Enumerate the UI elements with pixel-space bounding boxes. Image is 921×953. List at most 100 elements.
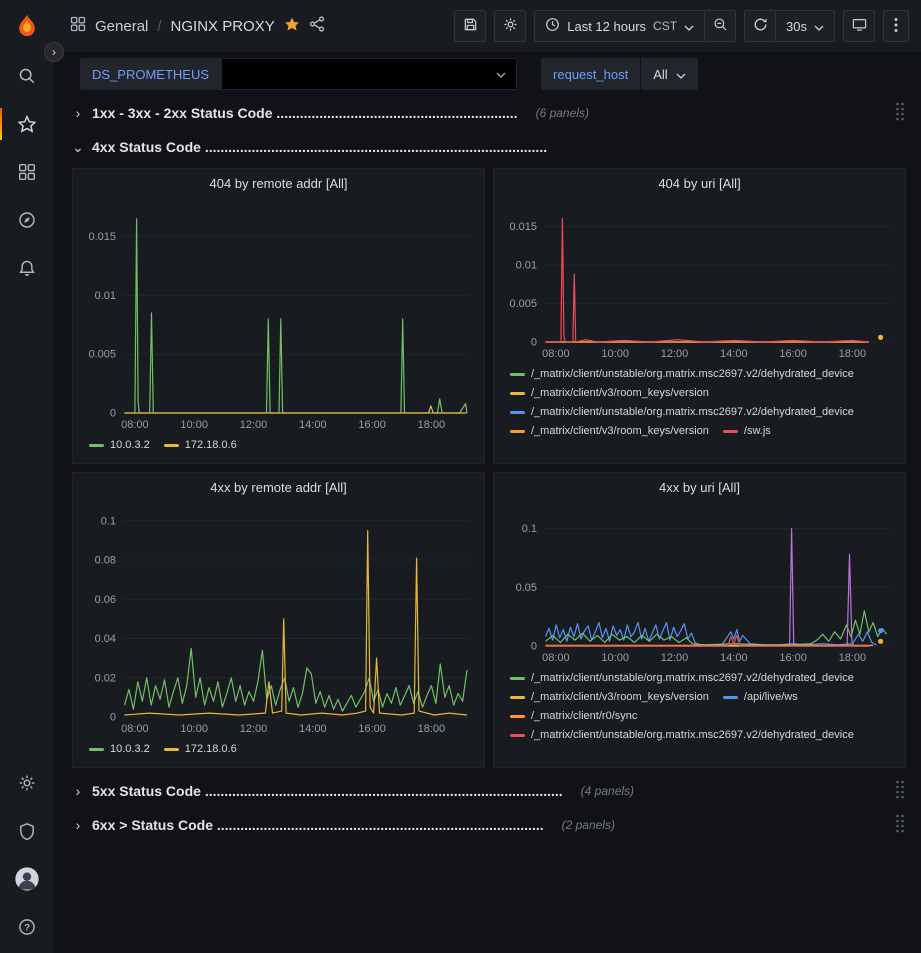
legend-label: 10.0.3.2 <box>110 743 150 755</box>
panel-title[interactable]: 404 by uri [All] <box>494 169 905 197</box>
panel-grid: 404 by remote addr [All] 00.0050.010.015… <box>72 168 906 768</box>
server-admin-nav-button[interactable] <box>0 807 54 855</box>
legend-item[interactable]: 10.0.3.2 <box>89 439 150 451</box>
panel-4xx-by-remote-addr: 4xx by remote addr [All] 00.020.040.060.… <box>72 472 485 768</box>
legend-swatch-icon <box>164 444 179 447</box>
svg-text:0.05: 0.05 <box>516 582 537 594</box>
panel-legend: /_matrix/client/unstable/org.matrix.msc2… <box>510 672 895 741</box>
panel-title[interactable]: 4xx by uri [All] <box>494 473 905 501</box>
row-title: 4xx Status Code ........................… <box>92 139 547 155</box>
chevron-right-icon: › <box>72 105 84 121</box>
panel-title[interactable]: 4xx by remote addr [All] <box>73 473 484 501</box>
svg-text:08:00: 08:00 <box>121 419 149 431</box>
legend-label: /_matrix/client/unstable/org.matrix.msc2… <box>531 368 854 380</box>
datasource-variable-label[interactable]: DS_PROMETHEUS <box>80 58 221 90</box>
legend-item[interactable]: /api/live/ws <box>723 691 798 703</box>
sidebar-expand-button[interactable]: › <box>44 42 64 62</box>
gear-icon <box>18 774 36 792</box>
row-1xx-3xx-2xx[interactable]: › 1xx - 3xx - 2xx Status Code ..........… <box>72 100 906 126</box>
legend-item[interactable]: 172.18.0.6 <box>164 439 237 451</box>
svg-text:14:00: 14:00 <box>720 348 748 360</box>
settings-nav-button[interactable] <box>0 759 54 807</box>
folder-grid-icon[interactable] <box>70 16 86 36</box>
time-series-chart[interactable]: 00.0050.010.01508:0010:0012:0014:0016:00… <box>77 197 482 433</box>
time-range-picker[interactable]: Last 12 hours CST <box>534 10 705 42</box>
tv-mode-button[interactable] <box>843 10 875 42</box>
dashboards-nav-button[interactable] <box>0 148 54 196</box>
svg-text:0.04: 0.04 <box>95 633 116 645</box>
panel-legend: /_matrix/client/unstable/org.matrix.msc2… <box>510 368 895 437</box>
time-range-label: Last 12 hours <box>567 19 646 34</box>
legend-swatch-icon <box>89 444 104 447</box>
panel-legend: 10.0.3.2 172.18.0.6 <box>89 743 474 755</box>
monitor-icon <box>852 17 867 35</box>
legend-item[interactable]: /sw.js <box>723 425 771 437</box>
help-button[interactable]: ? <box>0 903 54 951</box>
svg-text:0.005: 0.005 <box>509 298 537 310</box>
sidebar-bottom: ? <box>0 759 54 953</box>
chevron-down-icon <box>676 67 686 82</box>
legend-item[interactable]: /_matrix/client/v3/room_keys/version <box>510 387 709 399</box>
row-4xx[interactable]: ⌄ 4xx Status Code ......................… <box>72 134 906 160</box>
kebab-menu-button[interactable] <box>883 10 909 42</box>
time-series-chart[interactable]: 00.050.108:0010:0012:0014:0016:0018:00 <box>498 501 903 666</box>
legend-label: /_matrix/client/unstable/org.matrix.msc2… <box>531 406 854 418</box>
panel-404-by-uri: 404 by uri [All] 00.0050.010.01508:0010:… <box>493 168 906 464</box>
panel-legend: 10.0.3.2 172.18.0.6 <box>89 439 474 451</box>
refresh-button[interactable] <box>744 10 776 42</box>
svg-text:14:00: 14:00 <box>299 419 327 431</box>
chevron-right-icon: › <box>72 817 84 833</box>
svg-text:12:00: 12:00 <box>240 419 268 431</box>
legend-item[interactable]: 10.0.3.2 <box>89 743 150 755</box>
time-series-chart[interactable]: 00.020.040.060.080.108:0010:0012:0014:00… <box>77 501 482 737</box>
search-icon <box>18 67 36 85</box>
row-panel-count: (2 panels) <box>562 818 615 832</box>
time-series-chart[interactable]: 00.0050.010.01508:0010:0012:0014:0016:00… <box>498 197 903 362</box>
refresh-interval-dropdown[interactable]: 30s <box>775 10 835 42</box>
request-host-variable-label[interactable]: request_host <box>541 58 640 90</box>
panel-title[interactable]: 404 by remote addr [All] <box>73 169 484 197</box>
svg-text:0.08: 0.08 <box>95 555 116 567</box>
legend-item[interactable]: /_matrix/client/unstable/org.matrix.msc2… <box>510 672 854 684</box>
zoom-out-button[interactable] <box>704 10 736 42</box>
datasource-value-select[interactable] <box>221 58 517 90</box>
chevron-down-icon <box>684 19 694 34</box>
dashboard-settings-button[interactable] <box>494 10 526 42</box>
chevron-down-icon: ⌄ <box>72 139 84 156</box>
explore-nav-button[interactable] <box>0 196 54 244</box>
svg-text:16:00: 16:00 <box>358 723 386 735</box>
share-icon[interactable] <box>309 16 325 36</box>
row-5xx[interactable]: › 5xx Status Code ......................… <box>72 778 906 804</box>
legend-item[interactable]: /_matrix/client/unstable/org.matrix.msc2… <box>510 729 854 741</box>
user-avatar <box>13 865 41 893</box>
chevron-down-icon <box>814 19 824 34</box>
grafana-app: ? › General / NGINX PROXY <box>0 0 921 953</box>
favorite-star-icon[interactable] <box>284 16 300 36</box>
legend-item[interactable]: /_matrix/client/r0/sync <box>510 710 637 722</box>
legend-item[interactable]: /_matrix/client/unstable/org.matrix.msc2… <box>510 406 854 418</box>
svg-text:14:00: 14:00 <box>299 723 327 735</box>
alerting-nav-button[interactable] <box>0 244 54 292</box>
breadcrumb-section[interactable]: General <box>95 18 148 35</box>
row-6xx[interactable]: › 6xx > Status Code ....................… <box>72 812 906 838</box>
row-drag-handle[interactable] <box>894 779 906 804</box>
row-drag-handle[interactable] <box>894 813 906 838</box>
legend-label: 10.0.3.2 <box>110 439 150 451</box>
row-drag-handle[interactable] <box>894 101 906 126</box>
zoom-out-icon <box>713 17 728 35</box>
svg-text:10:00: 10:00 <box>601 652 629 664</box>
legend-item[interactable]: /_matrix/client/v3/room_keys/version <box>510 691 709 703</box>
legend-item[interactable]: /_matrix/client/v3/room_keys/version <box>510 425 709 437</box>
legend-item[interactable]: 172.18.0.6 <box>164 743 237 755</box>
request-host-value-select[interactable]: All <box>641 58 697 90</box>
row-panel-count: (4 panels) <box>581 784 634 798</box>
user-profile-button[interactable] <box>0 855 54 903</box>
row-title: 1xx - 3xx - 2xx Status Code ............… <box>92 105 518 121</box>
legend-item[interactable]: /_matrix/client/unstable/org.matrix.msc2… <box>510 368 854 380</box>
variables-bar: DS_PROMETHEUS request_host All <box>54 52 921 96</box>
save-dashboard-button[interactable] <box>454 10 486 42</box>
breadcrumb-dashboard-title[interactable]: NGINX PROXY <box>171 18 275 35</box>
svg-text:0.005: 0.005 <box>88 349 116 361</box>
starred-nav-button[interactable] <box>0 100 54 148</box>
search-nav-button[interactable] <box>0 52 54 100</box>
